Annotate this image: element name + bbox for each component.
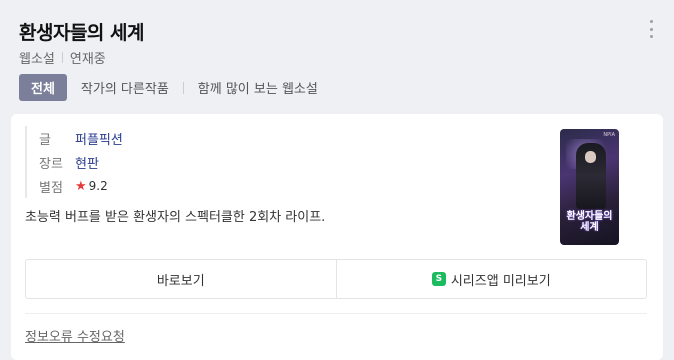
star-icon: ★: [75, 178, 87, 194]
report-error-link[interactable]: 정보오류 수정요청: [25, 326, 125, 345]
genre-row: 장르 현판: [39, 150, 123, 174]
cover-image[interactable]: NPIA 환생자들의 세계: [560, 129, 619, 245]
cover-badge: NPIA: [603, 132, 615, 138]
tab-also-viewed[interactable]: 함께 많이 보는 웹소설: [184, 78, 332, 97]
more-vertical-icon[interactable]: [644, 20, 658, 38]
author-label: 글: [39, 132, 51, 148]
description: 초능력 버프를 받은 환생자의 스펙터클한 2회차 라이프.: [25, 210, 326, 225]
status-label: 연재중: [69, 52, 106, 67]
tab-author-other-works[interactable]: 작가의 다른작품: [67, 78, 183, 97]
card-divider: [25, 313, 647, 314]
info-list: 글 퍼플픽션 장르 현판 별점 ★ 9.2: [25, 126, 123, 198]
tab-bar: 전체 작가의 다른작품 함께 많이 보는 웹소설: [19, 74, 332, 101]
action-buttons: 바로보기 S 시리즈앱 미리보기: [25, 259, 647, 299]
series-app-icon: S: [431, 272, 446, 286]
category-label: 웹소설: [19, 52, 55, 67]
cover-face: [585, 151, 596, 163]
page-title: 환생자들의 세계: [19, 22, 144, 44]
rating-row: 별점 ★ 9.2: [39, 174, 123, 198]
series-app-preview-button[interactable]: S 시리즈앱 미리보기: [335, 260, 647, 298]
tab-all[interactable]: 전체: [19, 74, 67, 101]
cover-title: 환생자들의 세계: [566, 211, 613, 233]
genre-label: 장르: [39, 156, 63, 172]
author-link[interactable]: 퍼플픽션: [75, 129, 123, 148]
series-app-preview-label: 시리즈앱 미리보기: [450, 273, 551, 289]
meta-divider: [61, 52, 63, 63]
view-now-button[interactable]: 바로보기: [26, 260, 336, 298]
author-row: 글 퍼플픽션: [39, 126, 123, 150]
work-info-card: 글 퍼플픽션 장르 현판 별점 ★ 9.2 초능력 버프를 받은 환생자의 스펙…: [11, 114, 663, 360]
view-now-label: 바로보기: [156, 273, 205, 289]
rating-label: 별점: [39, 180, 63, 196]
genre-link[interactable]: 현판: [75, 153, 99, 172]
work-meta: 웹소설 연재중: [19, 48, 106, 67]
rating-value: 9.2: [88, 179, 108, 193]
